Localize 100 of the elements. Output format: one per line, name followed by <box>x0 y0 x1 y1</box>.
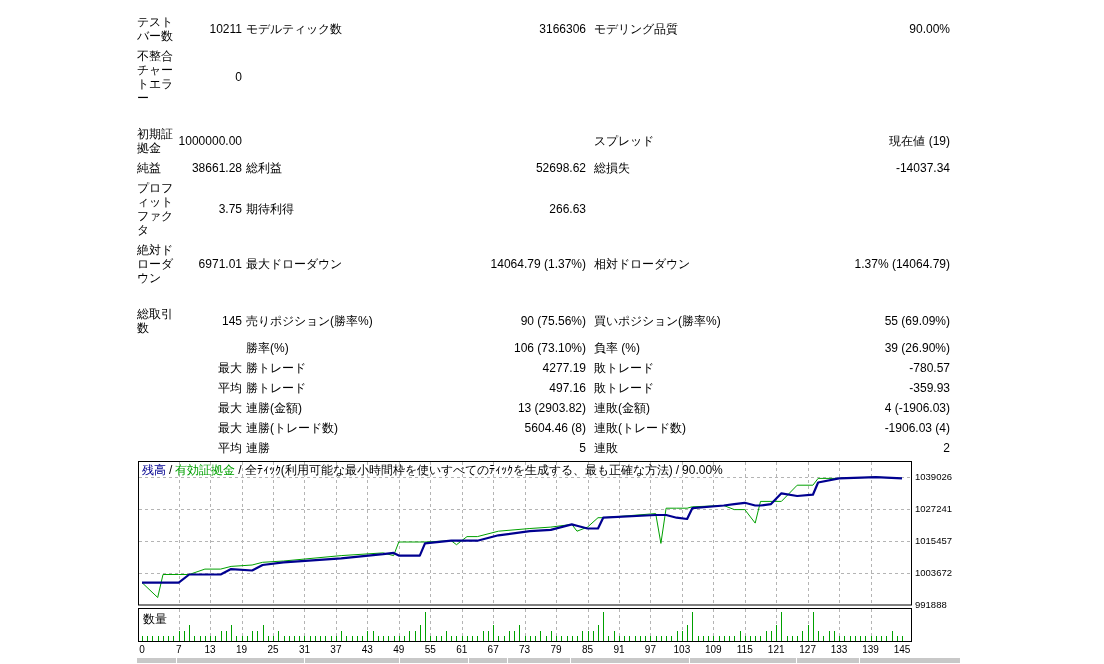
axis-label: 31 <box>298 644 311 655</box>
table-cell-text: 勝トレード <box>245 361 306 375</box>
table-cell: 6971.01 <box>198 257 243 271</box>
table-cell-text: 52698.62 <box>535 161 587 175</box>
table-cell-text: 総取引数 <box>137 307 174 335</box>
table-cell: 平均 <box>218 441 243 455</box>
table-cell: 最大 <box>218 401 243 415</box>
table-cell-text: 相対ドローダウン <box>593 257 690 271</box>
axis-label: 43 <box>361 644 373 655</box>
axis-label: 1027241 <box>915 503 952 515</box>
axis-label: 19 <box>236 644 248 655</box>
table-cell-text: 90.00% <box>909 22 951 36</box>
table-cell-text: 4 (-1906.03) <box>884 401 951 415</box>
table-cell-text: 期待利得 <box>245 202 294 216</box>
table-cell-text: 266.63 <box>549 202 587 216</box>
table-cell-text: 106 (73.10%) <box>513 341 587 355</box>
table-cell-text: 不整合チャートエラー <box>137 49 174 105</box>
axis-label: 13 <box>204 644 216 655</box>
axis-label: 1039026 <box>915 471 952 483</box>
axis-label: 61 <box>456 644 468 655</box>
table-cell-text: モデリング品質 <box>593 22 678 36</box>
table-cell-text: モデルティック数 <box>245 22 342 36</box>
axis-label: 73 <box>519 644 531 655</box>
table-cell-text: 敗トレード <box>593 361 654 375</box>
axis-label: 1003672 <box>915 567 952 579</box>
table-cell-text: テストバー数 <box>137 15 174 43</box>
axis-label: 139 <box>862 644 879 655</box>
table-cell-text: 連敗(トレード数) <box>593 421 686 435</box>
quality-text: 90.00% <box>682 463 723 477</box>
table-cell-text: 3166306 <box>539 22 587 36</box>
axis-label: 85 <box>581 644 594 655</box>
table-cell-text: 4277.19 <box>542 361 587 375</box>
table-cell-text: 負率 (%) <box>593 341 640 355</box>
table-cell-text: 連敗 <box>593 441 618 455</box>
axis-label: 145 <box>893 644 911 655</box>
legend-label: 残高 <box>142 463 166 477</box>
table-cell-text: 勝トレード <box>245 381 306 395</box>
axis-label: 991888 <box>915 599 947 611</box>
table-cell: 純益 <box>137 161 161 175</box>
table-cell-text: 39 (26.90%) <box>884 341 951 355</box>
separator-text: / <box>238 463 242 477</box>
table-cell-text: 初期証拠金 <box>137 127 174 155</box>
table-cell-text: 絶対ドローダウン <box>137 243 174 285</box>
table-cell-text: 連勝(トレード数) <box>245 421 338 435</box>
table-cell: 1000000.00 <box>178 134 243 148</box>
table-cell-text: 敗トレード <box>593 381 654 395</box>
axis-label: 1015457 <box>915 535 952 547</box>
table-cell-text: 14064.79 (1.37%) <box>490 257 587 271</box>
table-cell-text: 55 (69.09%) <box>884 314 951 328</box>
table-cell-text: 1.37% (14064.79) <box>854 257 951 271</box>
axis-label: 103 <box>673 644 691 655</box>
table-cell-text: スプレッド <box>593 134 654 148</box>
table-cell-text: 売りポジション(勝率%) <box>245 314 373 328</box>
axis-label: 55 <box>424 644 436 655</box>
table-cell-text: 497.16 <box>549 381 587 395</box>
axis-label: 25 <box>267 644 279 655</box>
table-cell-text: 現在値 (19) <box>889 134 951 148</box>
legend-label: 有効証拠金 <box>175 463 236 477</box>
axis-label: 0 <box>139 644 145 655</box>
table-cell-text: 90 (75.56%) <box>520 314 587 328</box>
table-cell-text: プロフィットファクタ <box>137 181 174 237</box>
table-cell-text: -14037.34 <box>895 161 951 175</box>
axis-label: 115 <box>736 644 753 655</box>
table-cell-text: 総利益 <box>245 161 282 175</box>
table-cell: 0 <box>235 70 243 84</box>
axis-label: 49 <box>393 644 405 655</box>
table-cell-text: -780.57 <box>909 361 951 375</box>
table-cell-text: 買いポジション(勝率%) <box>593 314 721 328</box>
table-cell: 最大 <box>218 421 243 435</box>
table-cell-text: 5604.46 (8) <box>524 421 587 435</box>
table-cell-text: 5 <box>579 441 587 455</box>
table-cell: 10211 <box>209 22 243 36</box>
axis-label: 37 <box>330 644 342 655</box>
axis-label: 127 <box>799 644 816 655</box>
table-cell: 最大 <box>218 361 243 375</box>
table-cell: 3.75 <box>218 202 243 216</box>
panel-title: 数量 <box>143 612 167 626</box>
separator-text: / <box>675 463 680 477</box>
modeling-mode-text: 全ﾃｨｯｸ(利用可能な最小時間枠を使いすべてのﾃｨｯｸを生成する、最も正確な方法) <box>244 463 673 477</box>
table-cell-text: 最大ドローダウン <box>245 257 342 271</box>
axis-label: 133 <box>830 644 848 655</box>
table-cell-text: 総損失 <box>593 161 630 175</box>
axis-label: 91 <box>613 644 625 655</box>
axis-label: 79 <box>550 644 562 655</box>
table-cell-text: 勝率(%) <box>245 341 289 355</box>
axis-label: 121 <box>767 644 785 655</box>
separator-text: / <box>169 463 173 477</box>
axis-label: 97 <box>644 644 656 655</box>
axis-label: 7 <box>175 644 182 655</box>
table-cell-text: -359.93 <box>909 381 951 395</box>
table-cell: 38661.28 <box>191 161 243 175</box>
table-cell-text: 連勝 <box>245 441 270 455</box>
table-cell-text: 連勝(金額) <box>245 401 302 415</box>
axis-label: 109 <box>704 644 722 655</box>
axis-label: 67 <box>487 644 499 655</box>
table-cell: 145 <box>221 314 243 328</box>
table-cell-text: -1906.03 (4) <box>884 421 951 435</box>
table-cell-text: 2 <box>943 441 951 455</box>
table-cell-text: 13 (2903.82) <box>517 401 587 415</box>
table-cell-text: 連敗(金額) <box>593 401 650 415</box>
